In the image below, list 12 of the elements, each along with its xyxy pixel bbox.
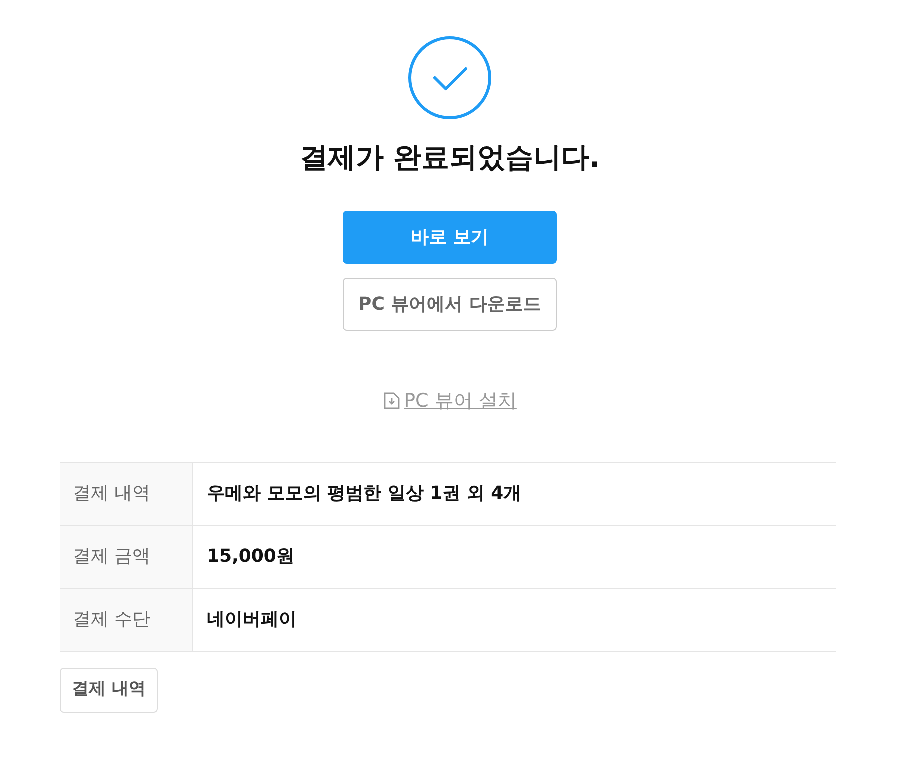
check-circle-icon (408, 36, 492, 120)
detail-label: 결제 금액 (60, 526, 193, 588)
view-now-button[interactable]: 바로 보기 (343, 211, 557, 264)
page-title: 결제가 완료되었습니다. (300, 140, 600, 175)
detail-value: 15,000원 (206, 545, 296, 569)
detail-label: 결제 내역 (60, 462, 193, 524)
payment-history-button[interactable]: 결제 내역 (60, 668, 158, 712)
download-icon (383, 392, 402, 410)
download-button[interactable]: PC 뷰어에서 다운로드 (343, 278, 557, 331)
detail-label: 결제 수단 (60, 588, 193, 650)
detail-value: 네이버페이 (206, 608, 298, 632)
detail-value: 우메와 모모의 평범한 일상 1권 외 4개 (206, 482, 523, 506)
